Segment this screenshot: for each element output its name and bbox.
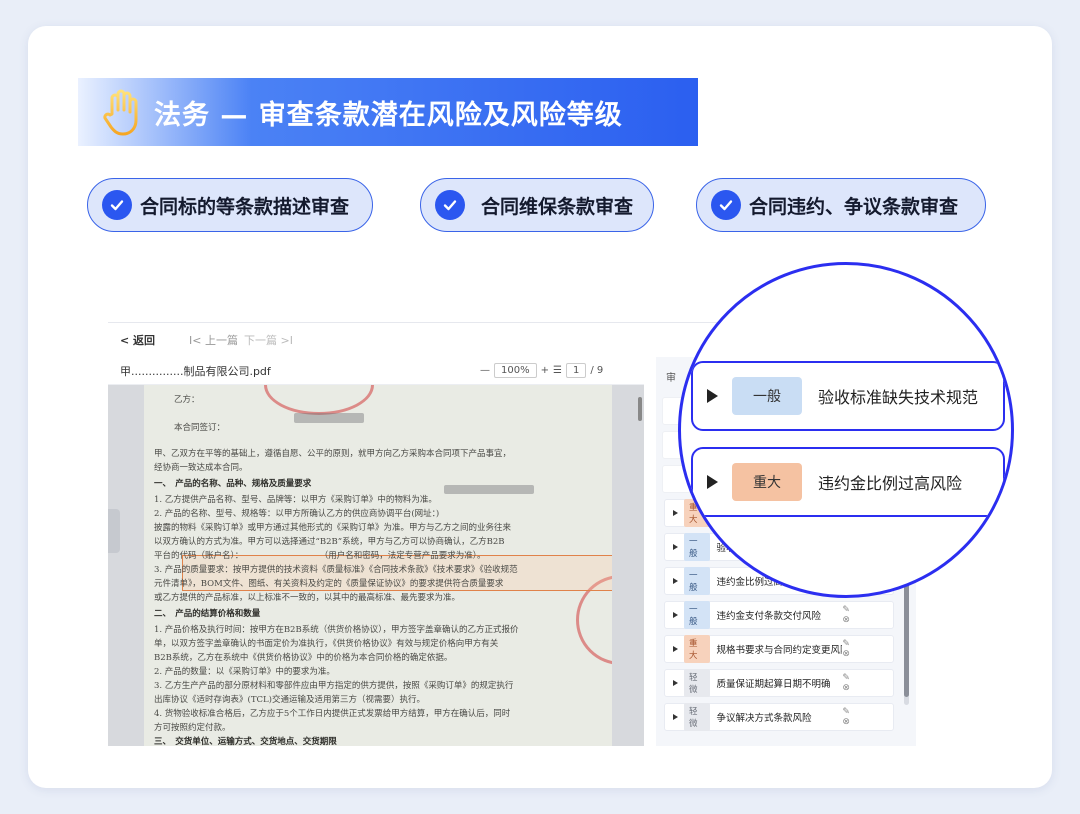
risk-row[interactable]: 轻微 质量保证期起算日期不明确 ✎ ⊗ [664, 669, 894, 697]
page-layout-icon[interactable]: ☰ [553, 365, 562, 376]
risk-row[interactable]: 轻微 争议解决方式条款风险 ✎ ⊗ [664, 703, 894, 731]
expand-triangle-icon[interactable] [673, 714, 678, 720]
expand-triangle-icon[interactable] [707, 389, 718, 403]
title-banner: 法务 — 审查条款潜在风险及风险等级 [78, 78, 698, 146]
risk-level-badge: 重大 [732, 463, 802, 501]
zoom-select[interactable]: 100% [494, 363, 537, 378]
document-line: 或乙方提供的产品标准，以上标准不一致的，以其中的最高标准、最先要求为准。 [154, 593, 461, 603]
document-line: B2B系统，乙方在系统中《供货价格协议》中的价格为本合同价格的确定依据。 [154, 653, 453, 663]
risk-title: 规格书要求与合同约定变更风险 [716, 645, 843, 656]
check-circle-icon [711, 190, 741, 220]
document-line: 披露的物料《采购订单》或甲方通过其他形式的《采购订单》为准。甲方与乙方之间的业务… [154, 523, 512, 533]
risk-level-badge: 轻微 [684, 703, 711, 731]
sidebar-collapse-handle[interactable] [108, 509, 120, 553]
zoom-in-button[interactable]: + [541, 365, 549, 376]
feature-label: 合同维保条款审查 [481, 195, 634, 218]
document-line: 平台的代码（账户名）： （用户名和密码，法定专营产品要求为准）。 [154, 551, 486, 561]
expand-triangle-icon[interactable] [673, 544, 678, 550]
expand-triangle-icon[interactable] [673, 646, 678, 652]
document-line: 经协商一致达成本合同。 [154, 463, 248, 473]
expand-triangle-icon[interactable] [673, 578, 678, 584]
document-line: 乙方： [174, 395, 200, 405]
document-scrollbar[interactable] [638, 397, 642, 421]
feature-pill-subject-review: 合同标的等条款描述审查 [87, 178, 373, 232]
edit-ignore-icons[interactable]: ✎ ⊗ [842, 639, 883, 659]
prev-doc-link[interactable]: I< 上一篇 [189, 332, 238, 348]
zoom-controls: — 100% + ☰ 1 / 9 [480, 363, 603, 378]
document-line: 3. 产品的质量要求：按甲方提供的技术资料《质量标准》《合同技术条款》《技术要求… [154, 565, 518, 575]
document-line: 甲、乙双方在平等的基础上，遵循自愿、公平的原则，就甲方向乙方采购本合同项下产品事… [154, 449, 512, 459]
document-line: 方可按照约定付款。 [154, 723, 231, 733]
magnified-risk-row[interactable]: 一般 验收标准缺失技术规范 [691, 361, 1005, 431]
expand-triangle-icon[interactable] [673, 680, 678, 686]
check-circle-icon [435, 190, 465, 220]
file-name: 甲...............制品有限公司.pdf [120, 364, 271, 378]
risk-level-badge: 一般 [732, 377, 802, 415]
risk-title: 违约金支付条款交付风险 [716, 611, 821, 622]
next-doc-link[interactable]: 下一篇 >I [244, 332, 293, 348]
document-page: 乙方： 本合同签订： 甲、乙双方在平等的基础上，遵循自愿、公平的原则，就甲方向乙方采… [144, 385, 612, 746]
document-line: 出库协议《适时存询表》(TCL)交通运输及适用第三方（视需要）执行。 [154, 695, 425, 705]
red-stamp [264, 385, 374, 415]
risk-level-badge: 重大 [684, 635, 711, 663]
document-line: 3. 乙方生产产品的部分原材料和零部件应由甲方指定的供方提供，按照《采购订单》的… [154, 681, 514, 691]
feature-label: 合同违约、争议条款审查 [749, 195, 959, 218]
zoom-out-button[interactable]: — [480, 365, 490, 376]
document-line: 1. 产品价格及执行时间：按甲方在B2B系统（供货价格协议），甲方签字盖章确认的… [154, 625, 519, 635]
risk-level-badge: 一般 [684, 567, 711, 595]
page-input[interactable]: 1 [565, 363, 587, 378]
feature-pill-maintenance-review: 合同维保条款审查 [420, 178, 654, 232]
redacted-block [444, 485, 534, 494]
back-link[interactable]: < 返回 [120, 332, 155, 348]
document-line: 二、 产品的结算价格和数量 [154, 609, 261, 619]
document-line: 4. 货物验收标准合格后，乙方应于5个工作日内提供正式发票给甲方结算，甲方在确认… [154, 709, 511, 719]
edit-ignore-icons[interactable]: ✎ ⊗ [842, 707, 883, 727]
hand-stop-icon [103, 89, 138, 136]
edit-ignore-icons[interactable]: ✎ ⊗ [842, 605, 883, 625]
document-line: 单，以双方签字盖章确认的书面定价为准执行，《供货价格协议》有效与规定价格向甲方有… [154, 639, 499, 649]
document-line: 2. 产品的名称、型号、规格等：以甲方所确认乙方的供应商协调平台(网址：) [154, 509, 440, 519]
risk-row[interactable]: 一般 违约金支付条款交付风险 ✎ ⊗ [664, 601, 894, 629]
document-line: 三、 交货单位、运输方式、交货地点、交货期限 [154, 737, 337, 746]
magnified-risk-row[interactable]: 重大 违约金比例过高风险 [691, 447, 1005, 517]
risk-level-badge: 轻微 [684, 669, 711, 697]
document-line: 2. 产品的数量：以《采购订单》中的要求为准。 [154, 667, 335, 677]
edit-ignore-icons[interactable]: ✎ ⊗ [842, 673, 883, 693]
risk-level-badge: 一般 [684, 533, 711, 561]
page-title: 法务 — 审查条款潜在风险及风险等级 [154, 99, 623, 131]
expand-triangle-icon[interactable] [673, 510, 678, 516]
file-bar: 甲...............制品有限公司.pdf — 100% + ☰ 1 … [108, 357, 644, 385]
document-line: 一、 产品的名称、品种、规格及质量要求 [154, 479, 312, 489]
expand-triangle-icon[interactable] [707, 475, 718, 489]
risk-title: 争议解决方式条款风险 [716, 713, 812, 724]
risk-title: 验收标准缺失技术规范 [818, 388, 979, 407]
document-line: 1. 乙方提供产品名称、型号、品牌等：以甲方《采购订单》中的物料为准。 [154, 495, 437, 505]
document-line: 以双方确认的方式为准。甲方可以选择通过“B2B”系统，甲方与乙方可以协商确认，乙… [154, 537, 505, 547]
feature-pill-breach-review: 合同违约、争议条款审查 [696, 178, 986, 232]
document-line: 元件清单》，BOM文件、图纸、有关资料及约定的《质量保证协议》的要求提供符合质量… [154, 579, 504, 589]
risk-title: 质量保证期起算日期不明确 [716, 679, 831, 690]
risk-row[interactable]: 重大 规格书要求与合同约定变更风险 ✎ ⊗ [664, 635, 894, 663]
risk-title: 违约金比例过高风险 [818, 474, 963, 493]
feature-label: 合同标的等条款描述审查 [140, 195, 350, 218]
panel-header: 审 [666, 373, 676, 384]
magnifier-callout: 一般 验收标准缺失技术规范 重大 违约金比例过高风险 [678, 262, 1014, 598]
check-circle-icon [102, 190, 132, 220]
redacted-block [294, 413, 364, 423]
risk-level-badge: 一般 [684, 601, 711, 629]
page-total: / 9 [590, 365, 604, 376]
document-viewer[interactable]: 乙方： 本合同签订： 甲、乙双方在平等的基础上，遵循自愿、公平的原则，就甲方向乙方采… [108, 385, 644, 746]
expand-triangle-icon[interactable] [673, 612, 678, 618]
document-line: 本合同签订： [174, 423, 226, 433]
